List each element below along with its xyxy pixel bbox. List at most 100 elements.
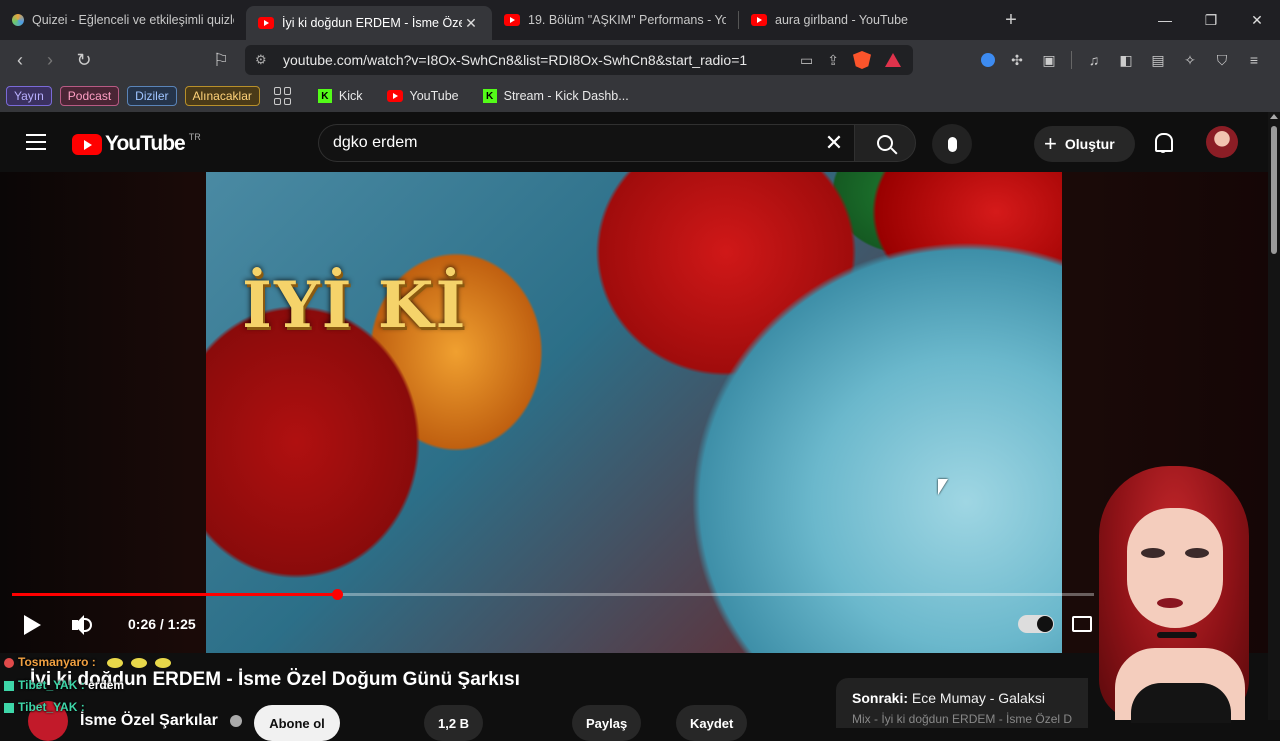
chat-username: Tosmanyaro :: [18, 655, 96, 669]
media-music-icon[interactable]: ♫: [1084, 50, 1104, 70]
menu-icon[interactable]: ≡: [1244, 50, 1264, 70]
subscribe-button[interactable]: Abone ol: [254, 705, 340, 741]
emote-icon: [131, 657, 148, 668]
youtube-logo[interactable]: YouTube TR: [72, 132, 201, 156]
autoplay-toggle[interactable]: [1018, 615, 1054, 633]
bookmark-label: Stream - Kick Dashb...: [503, 89, 629, 103]
toolbar-divider: [1071, 51, 1072, 69]
create-button[interactable]: + Oluştur: [1034, 126, 1135, 162]
chat-badge-icon: [4, 702, 14, 713]
hamburger-menu-icon[interactable]: [26, 134, 46, 150]
seek-bar[interactable]: [12, 589, 1094, 600]
seek-bar-played: [12, 593, 337, 596]
voice-search-button[interactable]: [932, 124, 972, 164]
bookmark-icon[interactable]: ⚐: [206, 45, 236, 75]
bookmark-folder-podcast[interactable]: Podcast: [59, 86, 120, 106]
youtube-favicon-icon: [751, 14, 767, 26]
restore-icon[interactable]: ❐: [1188, 0, 1234, 40]
region-code: TR: [188, 132, 201, 142]
up-next-label: Sonraki:: [852, 690, 909, 706]
kick-icon: K: [482, 89, 497, 103]
youtube-wordmark: YouTube: [105, 132, 186, 155]
cast-icon[interactable]: ▭: [800, 52, 813, 69]
sidebar-icon[interactable]: ◧: [1116, 50, 1136, 70]
like-count: 1,2 B: [438, 715, 470, 731]
avatar-eye: [1141, 548, 1165, 558]
video-frame[interactable]: İYİ Kİ: [206, 172, 1062, 653]
back-icon[interactable]: ‹: [5, 45, 35, 75]
reload-icon[interactable]: ↻: [69, 45, 99, 75]
volume-icon[interactable]: [72, 615, 94, 635]
brave-rewards-icon[interactable]: [885, 53, 901, 67]
up-next-card[interactable]: Sonraki: Ece Mumay - Galaksi Mix - İyi k…: [836, 678, 1088, 728]
avatar-face: [1127, 508, 1223, 628]
bookmark-kick[interactable]: K Kick: [310, 89, 371, 103]
like-button[interactable]: 1,2 B: [424, 705, 484, 741]
screenshot-extension-icon[interactable]: ▣: [1039, 50, 1059, 70]
chat-username: Tibet_YAK :: [18, 700, 85, 714]
bookmark-youtube[interactable]: YouTube: [379, 89, 467, 103]
brave-shields-icon[interactable]: [853, 51, 871, 69]
search-input[interactable]: [333, 134, 814, 152]
address-bar[interactable]: ⚙ youtube.com/watch?v=I8Ox-SwhCn8&list=R…: [245, 45, 913, 75]
clear-search-icon[interactable]: ✕: [814, 130, 854, 156]
tab-askim-performance[interactable]: 19. Bölüm "AŞKIM" Performans - You: [492, 4, 738, 36]
video-player[interactable]: İYİ Kİ 0:26 / 1:25: [0, 172, 1268, 653]
chat-text: erdem: [88, 678, 125, 692]
play-icon[interactable]: [24, 615, 41, 635]
minimize-icon[interactable]: —: [1142, 0, 1188, 40]
tab-close-icon[interactable]: ✕: [462, 15, 480, 32]
bookmark-kick-dashboard[interactable]: K Stream - Kick Dashb...: [475, 89, 637, 103]
tab-title: aura girlband - YouTube: [775, 13, 908, 27]
avatar-choker: [1157, 632, 1197, 638]
emote-icon: [155, 657, 172, 668]
extensions-puzzle-icon[interactable]: ✣: [1007, 50, 1027, 70]
tab-quizei[interactable]: Quizei - Eğlenceli ve etkileşimli quizle: [0, 4, 246, 36]
youtube-play-logo-icon: [72, 133, 102, 155]
account-avatar[interactable]: [1206, 126, 1238, 158]
bookmark-label: YouTube: [409, 89, 459, 103]
bookmark-folder-alinacaklar[interactable]: Alınacaklar: [184, 86, 260, 106]
bookmarks-bar: Yayın Podcast Diziler Alınacaklar K Kick…: [0, 80, 1280, 112]
search-box: ✕: [318, 124, 854, 162]
apps-grid-icon[interactable]: [273, 87, 292, 105]
youtube-masthead: YouTube TR ✕ + Oluştur: [0, 112, 1268, 172]
youtube-favicon-icon: [258, 17, 274, 29]
scroll-up-arrow-icon[interactable]: [1270, 114, 1278, 119]
wallet-icon[interactable]: ▤: [1148, 50, 1168, 70]
page-scrollbar[interactable]: [1268, 112, 1280, 720]
avatar-eye: [1185, 548, 1209, 558]
save-button[interactable]: Kaydet: [676, 705, 748, 741]
share-icon[interactable]: ⇪: [827, 52, 839, 69]
shazam-extension-icon[interactable]: [981, 53, 995, 67]
vpn-shield-icon[interactable]: ⛉: [1212, 50, 1232, 70]
bookmark-folder-yayin[interactable]: Yayın: [6, 86, 52, 106]
search-button[interactable]: [854, 124, 916, 162]
seek-bar-scrubber[interactable]: [331, 589, 343, 600]
up-next-heading: Sonraki: Ece Mumay - Galaksi: [852, 690, 1072, 706]
tab-aura-girlband[interactable]: aura girlband - YouTube: [739, 4, 985, 36]
notifications-bell-icon[interactable]: [1152, 132, 1174, 154]
window-controls: — ❐ ✕: [1142, 0, 1280, 40]
video-overlay-text: İYİ Kİ: [242, 268, 468, 343]
time-display: 0:26 / 1:25: [128, 616, 196, 632]
chat-message: Tibet_YAK : erdem: [4, 678, 124, 692]
forward-icon[interactable]: ›: [35, 45, 65, 75]
scrollbar-thumb[interactable]: [1271, 126, 1277, 254]
site-settings-icon[interactable]: ⚙: [255, 52, 275, 68]
bookmark-folder-diziler[interactable]: Diziler: [127, 86, 177, 106]
chat-username: Tibet_YAK :: [18, 678, 85, 692]
browser-tab-strip: Quizei - Eğlenceli ve etkileşimli quizle…: [0, 0, 1280, 40]
avatar-dress: [1131, 683, 1231, 723]
share-button[interactable]: Paylaş: [572, 705, 642, 741]
window-close-icon[interactable]: ✕: [1234, 0, 1280, 40]
microphone-icon: [947, 136, 957, 152]
streamer-avatar-overlay: [1085, 458, 1268, 723]
tab-youtube-erdem[interactable]: İyi ki doğdun ERDEM - İsme Öze ✕: [246, 6, 492, 40]
channel-name[interactable]: İsme Özel Şarkılar: [80, 712, 218, 730]
up-next-title: Ece Mumay - Galaksi: [911, 690, 1045, 706]
tab-title: İyi ki doğdun ERDEM - İsme Öze: [282, 16, 462, 30]
new-tab-icon[interactable]: +: [991, 9, 1031, 32]
leo-ai-icon[interactable]: ✧: [1180, 50, 1200, 70]
save-label: Kaydet: [690, 715, 734, 731]
